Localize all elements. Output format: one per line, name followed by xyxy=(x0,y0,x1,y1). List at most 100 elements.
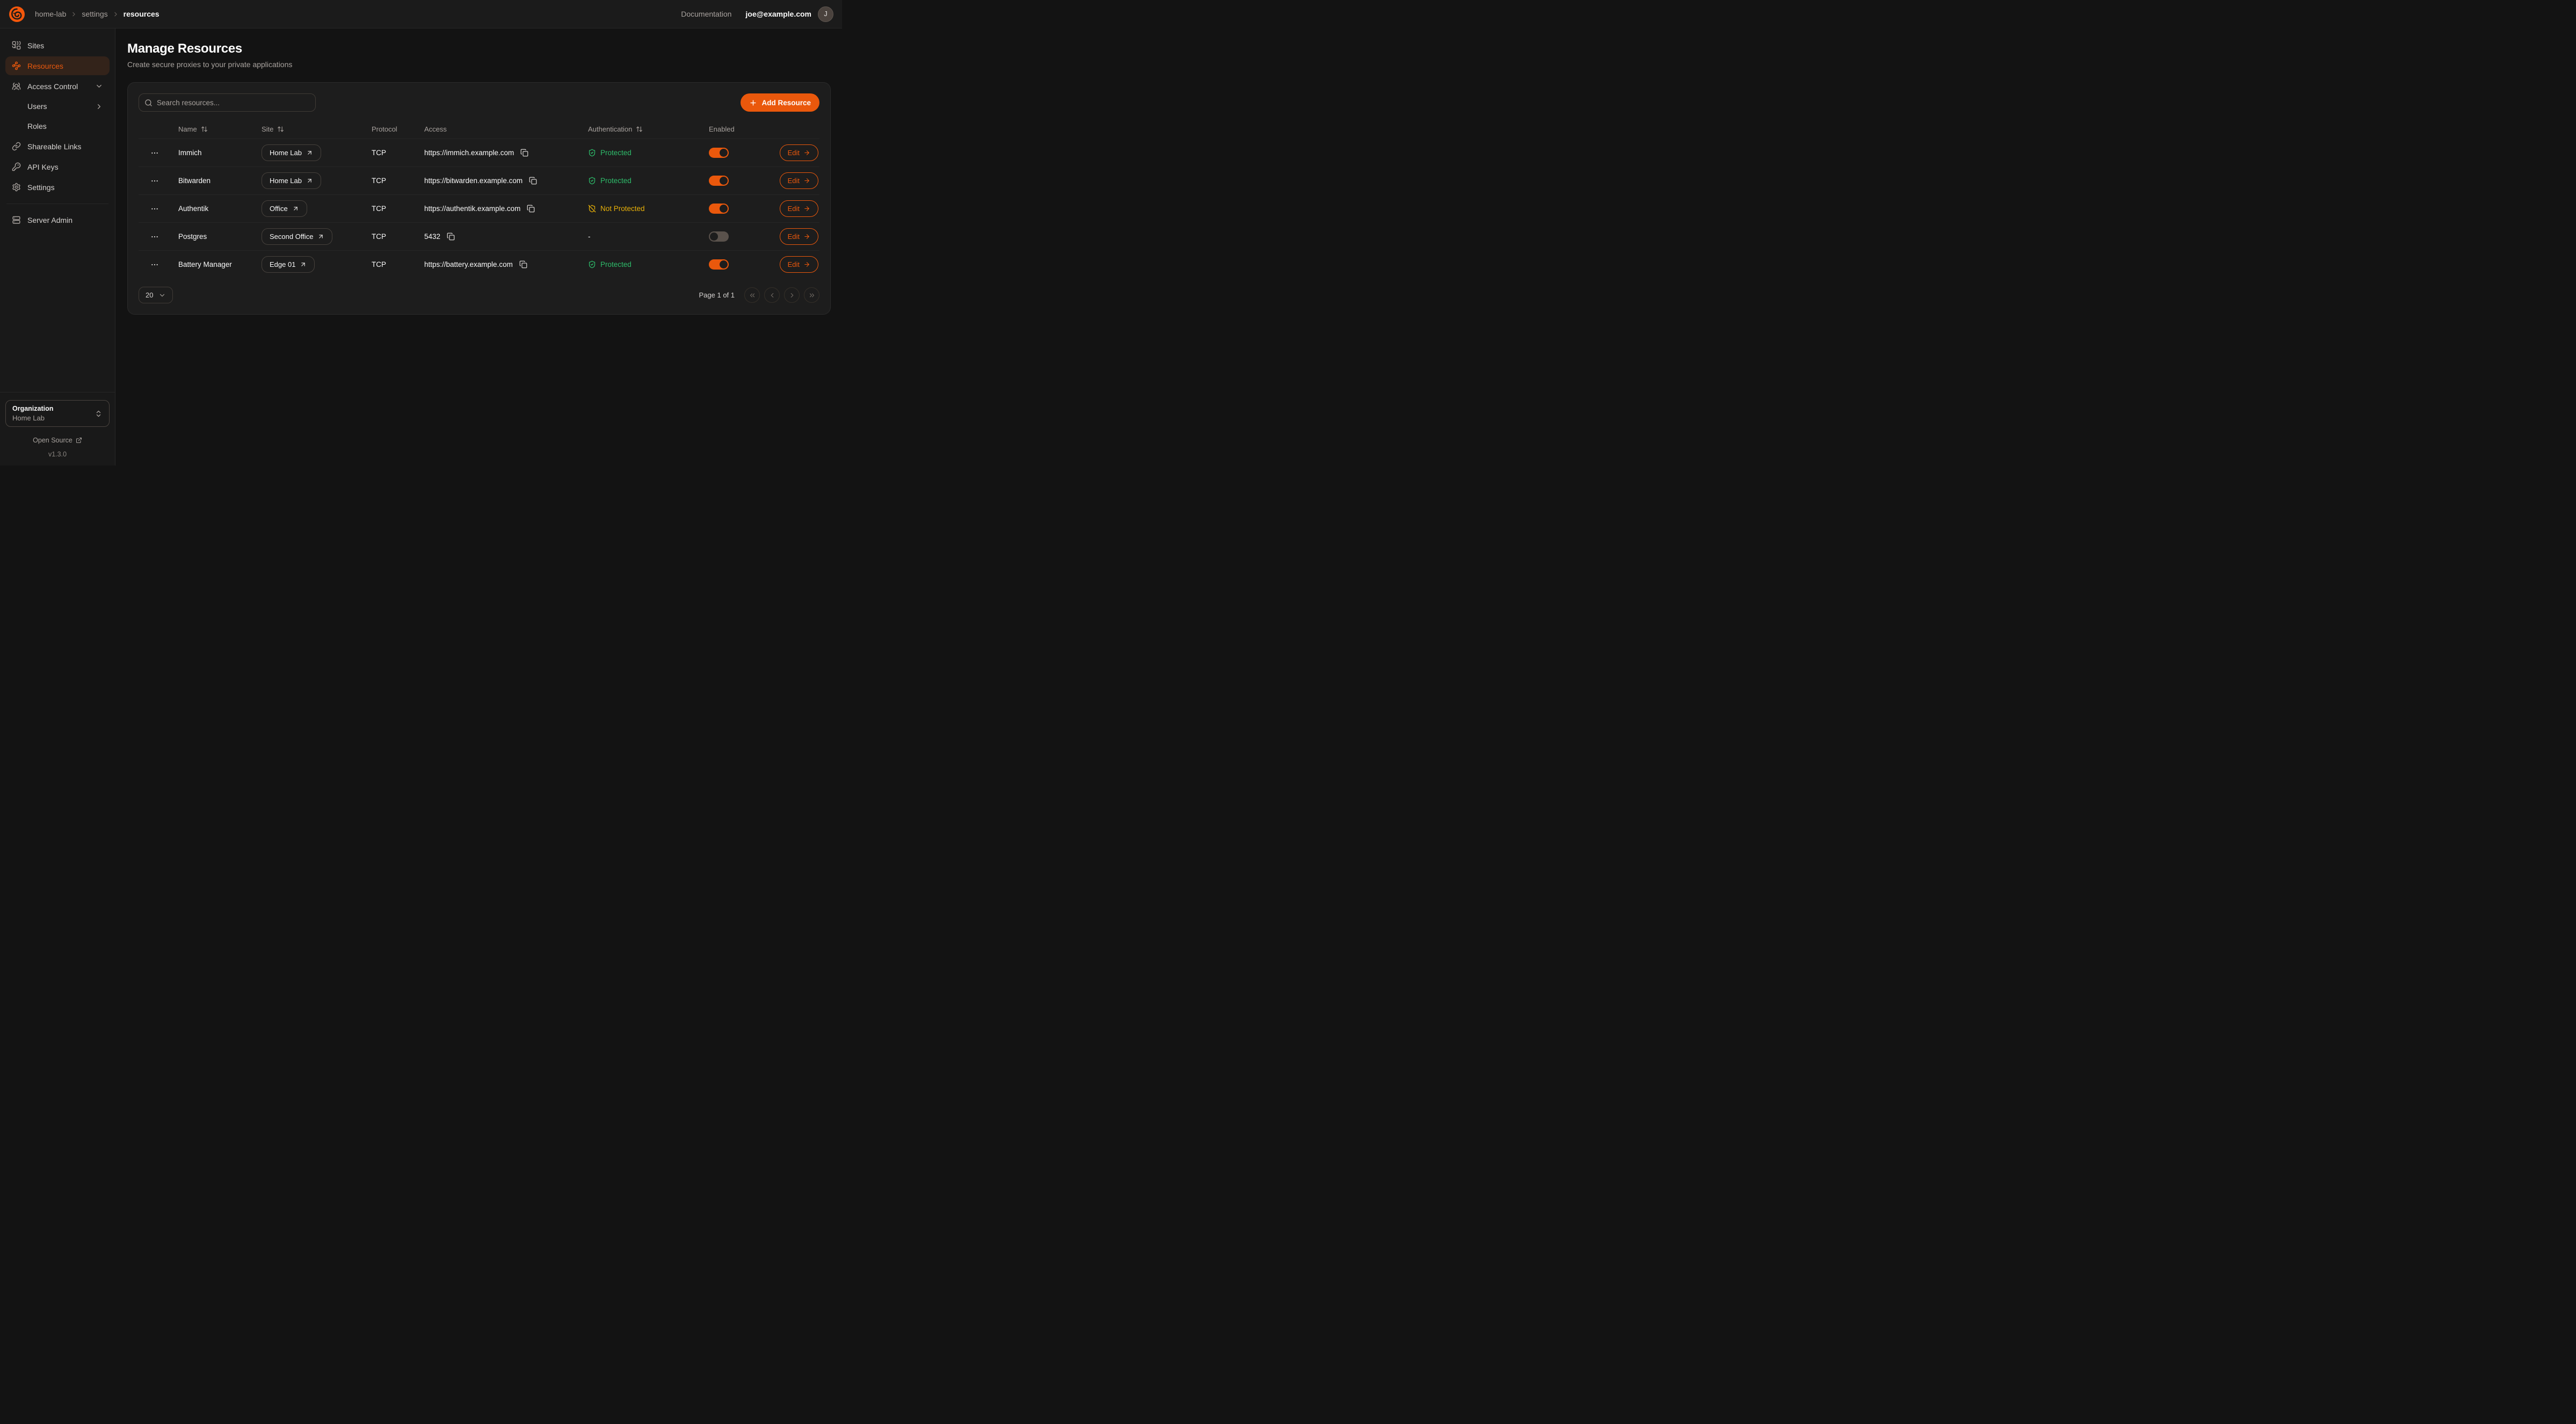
gear-icon xyxy=(12,183,21,192)
sidebar-item-api-keys[interactable]: API Keys xyxy=(5,157,110,176)
resource-name: Postgres xyxy=(171,233,254,241)
sidebar-item-resources[interactable]: Resources xyxy=(5,56,110,75)
copy-button[interactable] xyxy=(528,176,538,186)
edit-button[interactable]: Edit xyxy=(780,144,818,161)
site-name: Home Lab xyxy=(270,177,302,185)
edit-button[interactable]: Edit xyxy=(780,172,818,189)
breadcrumb-settings[interactable]: settings xyxy=(82,10,107,18)
enabled-toggle[interactable] xyxy=(709,176,729,186)
sidebar-item-access-control[interactable]: Access Control xyxy=(5,77,110,96)
enabled-toggle[interactable] xyxy=(709,148,729,158)
enabled-toggle[interactable] xyxy=(709,231,729,242)
key-icon xyxy=(12,162,21,171)
documentation-link[interactable]: Documentation xyxy=(681,10,731,18)
open-source-link[interactable]: Open Source xyxy=(5,437,110,444)
breadcrumb-resources[interactable]: resources xyxy=(124,10,159,18)
shield-off-icon xyxy=(588,205,596,213)
chevron-down-icon xyxy=(95,82,103,90)
edit-button[interactable]: Edit xyxy=(780,228,818,245)
edit-label: Edit xyxy=(788,205,800,213)
row-menu-button[interactable] xyxy=(148,230,161,243)
auth-status-label: Protected xyxy=(600,177,632,185)
resource-protocol: TCP xyxy=(364,205,417,213)
site-link[interactable]: Second Office xyxy=(262,228,332,245)
auth-status: Not Protected xyxy=(588,205,701,213)
edit-button[interactable]: Edit xyxy=(780,256,818,273)
arrow-up-right-icon xyxy=(306,177,313,184)
pangolin-logo-icon[interactable] xyxy=(9,6,25,23)
copy-icon xyxy=(529,177,537,185)
organization-value: Home Lab xyxy=(12,414,95,422)
next-page-button[interactable] xyxy=(784,287,800,303)
sidebar-item-sites[interactable]: Sites xyxy=(5,36,110,55)
sort-icon[interactable] xyxy=(201,126,208,133)
search-input[interactable] xyxy=(157,99,310,107)
site-link[interactable]: Home Lab xyxy=(262,172,321,189)
site-name: Home Lab xyxy=(270,149,302,157)
copy-button[interactable] xyxy=(519,148,529,158)
breadcrumb: home-lab settings resources xyxy=(35,10,159,18)
auth-status-label: - xyxy=(588,233,591,241)
edit-label: Edit xyxy=(788,260,800,268)
sidebar-item-label: Settings xyxy=(27,183,55,192)
sidebar-item-users[interactable]: Users xyxy=(5,97,110,115)
copy-button[interactable] xyxy=(518,259,528,270)
edit-label: Edit xyxy=(788,177,800,185)
add-resource-button[interactable]: Add Resource xyxy=(741,93,819,112)
server-icon xyxy=(12,215,21,224)
enabled-toggle[interactable] xyxy=(709,204,729,214)
users-icon xyxy=(12,82,21,91)
table-row: Bitwarden Home Lab TCP https://bitwarden… xyxy=(139,166,819,194)
copy-button[interactable] xyxy=(446,231,456,242)
sort-icon[interactable] xyxy=(277,126,284,133)
enabled-toggle[interactable] xyxy=(709,259,729,270)
sidebar-item-label: Resources xyxy=(27,62,63,70)
copy-button[interactable] xyxy=(526,204,536,214)
external-link-icon xyxy=(76,437,82,444)
organization-label: Organization xyxy=(12,405,95,412)
user-email[interactable]: joe@example.com xyxy=(745,10,811,18)
open-source-label: Open Source xyxy=(33,437,72,444)
table-row: Immich Home Lab TCP https://immich.examp… xyxy=(139,139,819,166)
edit-button[interactable]: Edit xyxy=(780,200,818,217)
row-menu-button[interactable] xyxy=(148,147,161,159)
search-box xyxy=(139,93,316,112)
sidebar-item-shareable-links[interactable]: Shareable Links xyxy=(5,137,110,156)
last-page-button[interactable] xyxy=(804,287,819,303)
sidebar-item-roles[interactable]: Roles xyxy=(5,117,110,135)
organization-selector[interactable]: Organization Home Lab xyxy=(5,400,110,427)
top-bar: home-lab settings resources Documentatio… xyxy=(0,0,842,28)
sidebar-item-label: Server Admin xyxy=(27,216,72,224)
avatar[interactable]: J xyxy=(818,6,833,22)
resource-protocol: TCP xyxy=(364,260,417,268)
resource-name: Authentik xyxy=(171,205,254,213)
ellipsis-icon xyxy=(150,205,159,213)
table-row: Battery Manager Edge 01 TCP https://batt… xyxy=(139,250,819,278)
sidebar-item-label: API Keys xyxy=(27,163,59,171)
sidebar-item-server-admin[interactable]: Server Admin xyxy=(5,210,110,229)
table-row: Postgres Second Office TCP 5432 - Edit xyxy=(139,222,819,250)
sidebar-item-label: Sites xyxy=(27,41,44,50)
site-link[interactable]: Office xyxy=(262,200,307,217)
sidebar-item-settings[interactable]: Settings xyxy=(5,178,110,197)
ellipsis-icon xyxy=(150,177,159,185)
breadcrumb-separator-icon xyxy=(112,11,119,18)
site-link[interactable]: Edge 01 xyxy=(262,256,315,273)
auth-status-label: Protected xyxy=(600,149,632,157)
auth-status: Protected xyxy=(588,177,701,185)
chevron-down-icon xyxy=(158,292,166,299)
row-menu-button[interactable] xyxy=(148,175,161,187)
sort-icon[interactable] xyxy=(636,126,643,133)
previous-page-button[interactable] xyxy=(764,287,780,303)
sidebar-item-label: Users xyxy=(27,102,47,111)
breadcrumb-org[interactable]: home-lab xyxy=(35,10,66,18)
pagination: 20 Page 1 of 1 xyxy=(139,287,819,303)
site-link[interactable]: Home Lab xyxy=(262,144,321,161)
main-content: Manage Resources Create secure proxies t… xyxy=(115,28,842,466)
table-header-row: Name Site Protocol Access Authentication… xyxy=(139,119,819,139)
first-page-button[interactable] xyxy=(744,287,760,303)
arrow-right-icon xyxy=(803,177,810,184)
row-menu-button[interactable] xyxy=(148,258,161,271)
page-size-select[interactable]: 20 xyxy=(139,287,173,303)
row-menu-button[interactable] xyxy=(148,202,161,215)
